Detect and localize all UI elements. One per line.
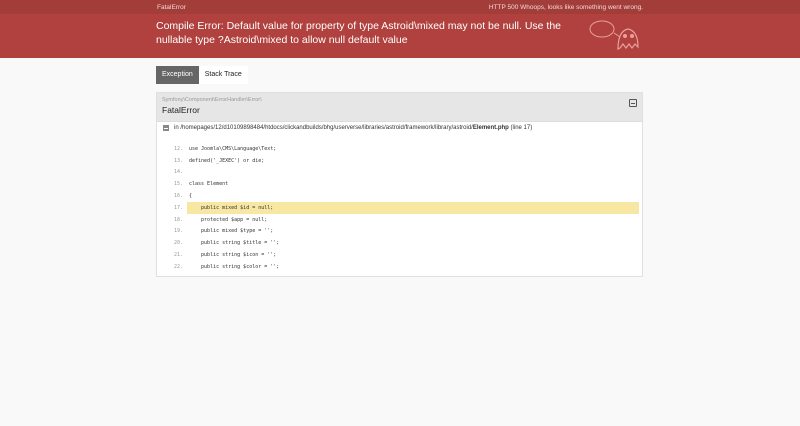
line-number: 21. [173, 252, 183, 259]
code-line: 15. class Element [157, 178, 642, 190]
line-number: 13. [173, 157, 183, 164]
header-title: FatalError [157, 3, 186, 11]
line-number: 22. [173, 263, 183, 270]
line-number: 14. [173, 169, 183, 176]
code-text: public string $color = ''; [189, 263, 280, 270]
code-line: 18. protected $app = null; [157, 214, 642, 226]
code-line: 20. public string $title = ''; [157, 237, 642, 249]
code-text: use Joomla\CMS\Language\Text; [189, 145, 277, 152]
code-line: 19. public mixed $type = ''; [157, 226, 642, 238]
code-line: 17. public mixed $id = null; [174, 201, 639, 214]
line-number: 18. [173, 216, 183, 223]
code-text: public string $icon = ''; [189, 252, 277, 259]
collapse-icon[interactable] [629, 99, 637, 107]
ghost-logo-icon [589, 20, 639, 50]
http-status: HTTP 500 Whoops, looks like something we… [488, 3, 643, 11]
file-path: in /homepages/12/d10109898484/htdocs/cli… [174, 125, 473, 131]
exception-panel: Symfony\Component\ErrorHandler\Error\ Fa… [156, 92, 643, 277]
exception-panel-header: Symfony\Component\ErrorHandler\Error\ Fa… [157, 93, 642, 122]
code-text: public mixed $type = ''; [189, 228, 274, 235]
code-line: 13. defined('_JEXEC') or die; [157, 155, 642, 167]
header-strip: FatalError HTTP 500 Whoops, looks like s… [0, 0, 800, 14]
exception-class: FatalError [162, 105, 200, 115]
exception-namespace: Symfony\Component\ErrorHandler\Error\ [162, 97, 262, 103]
code-text: protected $app = null; [189, 216, 268, 223]
collapse-file-icon[interactable] [163, 125, 169, 131]
line-number: 20. [173, 240, 183, 247]
code-line: 14. [157, 167, 642, 179]
code-text: { [189, 193, 193, 200]
tab-bar: Exception Stack Trace [156, 66, 248, 84]
line-number: 15. [173, 181, 183, 188]
line-number: 19. [173, 228, 183, 235]
error-header: FatalError HTTP 500 Whoops, looks like s… [0, 0, 800, 58]
file-location: in /homepages/12/d10109898484/htdocs/cli… [163, 125, 532, 131]
line-number: 12. [173, 145, 183, 152]
tab-exception[interactable]: Exception [156, 66, 199, 84]
code-text: class Element [189, 181, 229, 188]
code-text: public string $title = ''; [189, 240, 280, 247]
line-number: 16. [173, 193, 183, 200]
code-line: 16. { [157, 190, 642, 202]
code-line: 12. use Joomla\CMS\Language\Text; [157, 143, 642, 155]
code-text: public mixed $id = null; [189, 204, 274, 211]
tab-stack-trace[interactable]: Stack Trace [198, 66, 248, 84]
line-number: 17. [173, 204, 183, 211]
code-line: 22. public string $color = ''; [157, 261, 642, 273]
exception-message: Compile Error: Default value for propert… [156, 20, 562, 46]
code-snippet: 12. use Joomla\CMS\Language\Text; 13. defin… [157, 143, 642, 273]
file-name: Element.php [472, 125, 509, 131]
code-text: defined('_JEXEC') or die; [189, 157, 265, 164]
file-line-number: (line 17) [510, 125, 533, 131]
code-line: 21. public string $icon = ''; [157, 249, 642, 261]
